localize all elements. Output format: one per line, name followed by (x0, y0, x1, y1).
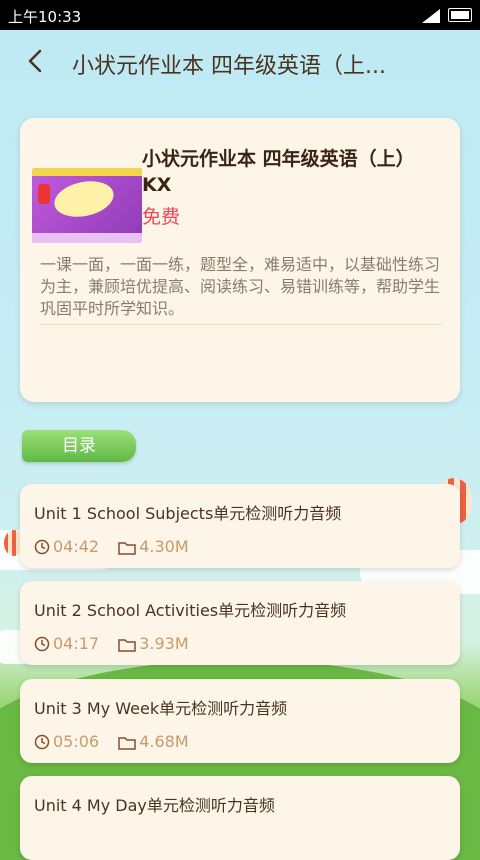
track-name: Unit 3 My Week单元检测听力音频 (34, 699, 288, 718)
folder-icon (118, 542, 136, 555)
status-time: 上午10:33 (8, 8, 82, 26)
back-arrow-icon[interactable] (22, 46, 52, 76)
tab-catalog[interactable]: 目录 (22, 430, 136, 462)
track-name: Unit 4 My Day单元检测听力音频 (34, 796, 275, 815)
track-item[interactable]: Unit 3 My Week单元检测听力音频 05:06 4.68M (20, 679, 460, 763)
clock-icon (34, 636, 50, 652)
clock-icon (34, 539, 50, 555)
track-name: Unit 1 School Subjects单元检测听力音频 (34, 504, 342, 523)
track-size: 3.93M (139, 634, 189, 653)
clock-icon (34, 734, 50, 750)
book-title: 小状元作业本 四年级英语（上）KX (142, 148, 415, 196)
book-info-card: 小状元作业本 四年级英语（上）KX 免费 一课一面，一面一练，题型全，难易适中，… (20, 118, 460, 402)
book-price: 免费 (142, 206, 181, 228)
book-description: 一课一面，一面一练，题型全，难易适中，以基础性练习为主，兼顾培优提高、阅读练习、… (40, 254, 442, 325)
track-duration: 04:42 (53, 537, 100, 556)
track-duration: 05:06 (53, 732, 100, 751)
track-size: 4.68M (139, 732, 189, 751)
signal-icon (422, 9, 440, 23)
track-item[interactable]: Unit 1 School Subjects单元检测听力音频 04:42 4.3… (20, 484, 460, 568)
battery-icon (448, 8, 472, 22)
track-duration: 04:17 (53, 634, 100, 653)
track-item[interactable]: Unit 2 School Activities单元检测听力音频 04:17 3… (20, 581, 460, 665)
track-size: 4.30M (139, 537, 189, 556)
folder-icon (118, 737, 136, 750)
folder-icon (118, 639, 136, 652)
track-name: Unit 2 School Activities单元检测听力音频 (34, 601, 347, 620)
header: 小状元作业本 四年级英语（上... (0, 30, 480, 96)
page-title: 小状元作业本 四年级英语（上... (72, 54, 386, 79)
track-item[interactable]: Unit 4 My Day单元检测听力音频 (20, 776, 460, 860)
book-cover-image (32, 168, 142, 243)
status-bar: 上午10:33 (0, 0, 480, 30)
